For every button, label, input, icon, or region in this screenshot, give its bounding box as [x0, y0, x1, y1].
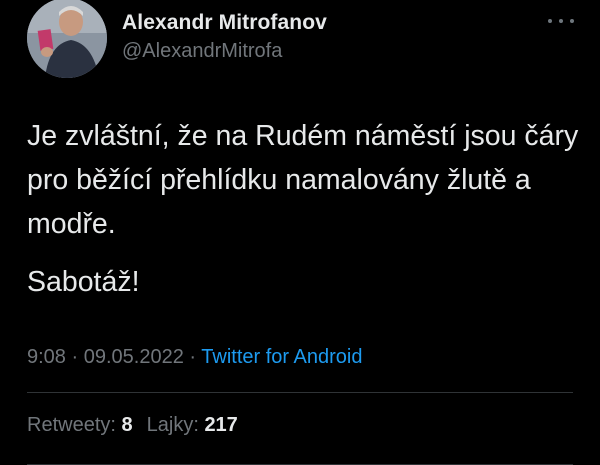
- tweet-source-link[interactable]: Twitter for Android: [201, 346, 362, 368]
- more-dot: [548, 19, 552, 23]
- author-handle[interactable]: @AlexandrMitrofa: [122, 38, 327, 64]
- tweet-paragraph: Sabotáž!: [27, 266, 140, 298]
- meta-separator: ·: [189, 346, 197, 368]
- tweet-time[interactable]: 9:08: [27, 346, 66, 368]
- retweets-count: 8: [121, 414, 133, 436]
- tweet-text: Je zvláštní, že na Rudém náměstí jsou čá…: [27, 114, 587, 304]
- likes-count: 217: [204, 414, 238, 436]
- likes-label: Lajky:: [146, 414, 199, 436]
- more-dot: [570, 19, 574, 23]
- likes-stat[interactable]: Lajky: 217: [147, 414, 238, 436]
- author-block: Alexandr Mitrofanov @AlexandrMitrofa: [122, 10, 327, 64]
- retweets-stat[interactable]: Retweety: 8: [27, 414, 133, 436]
- tweet-paragraph: Je zvláštní, že na Rudém náměstí jsou čá…: [27, 120, 579, 240]
- avatar-photo: [27, 0, 107, 78]
- tweet-stats: Retweety: 8 Lajky: 217: [27, 410, 238, 440]
- author-name[interactable]: Alexandr Mitrofanov: [122, 10, 327, 36]
- more-dot: [559, 19, 563, 23]
- more-options-icon[interactable]: [548, 14, 574, 28]
- tweet-card: Alexandr Mitrofanov @AlexandrMitrofa Je …: [0, 0, 600, 465]
- tweet-date[interactable]: 09.05.2022: [84, 346, 184, 368]
- avatar[interactable]: [27, 0, 107, 78]
- meta-separator: ·: [71, 346, 79, 368]
- tweet-meta: 9:08 · 09.05.2022 · Twitter for Android: [27, 342, 362, 372]
- divider: [27, 392, 573, 393]
- retweets-label: Retweety:: [27, 414, 116, 436]
